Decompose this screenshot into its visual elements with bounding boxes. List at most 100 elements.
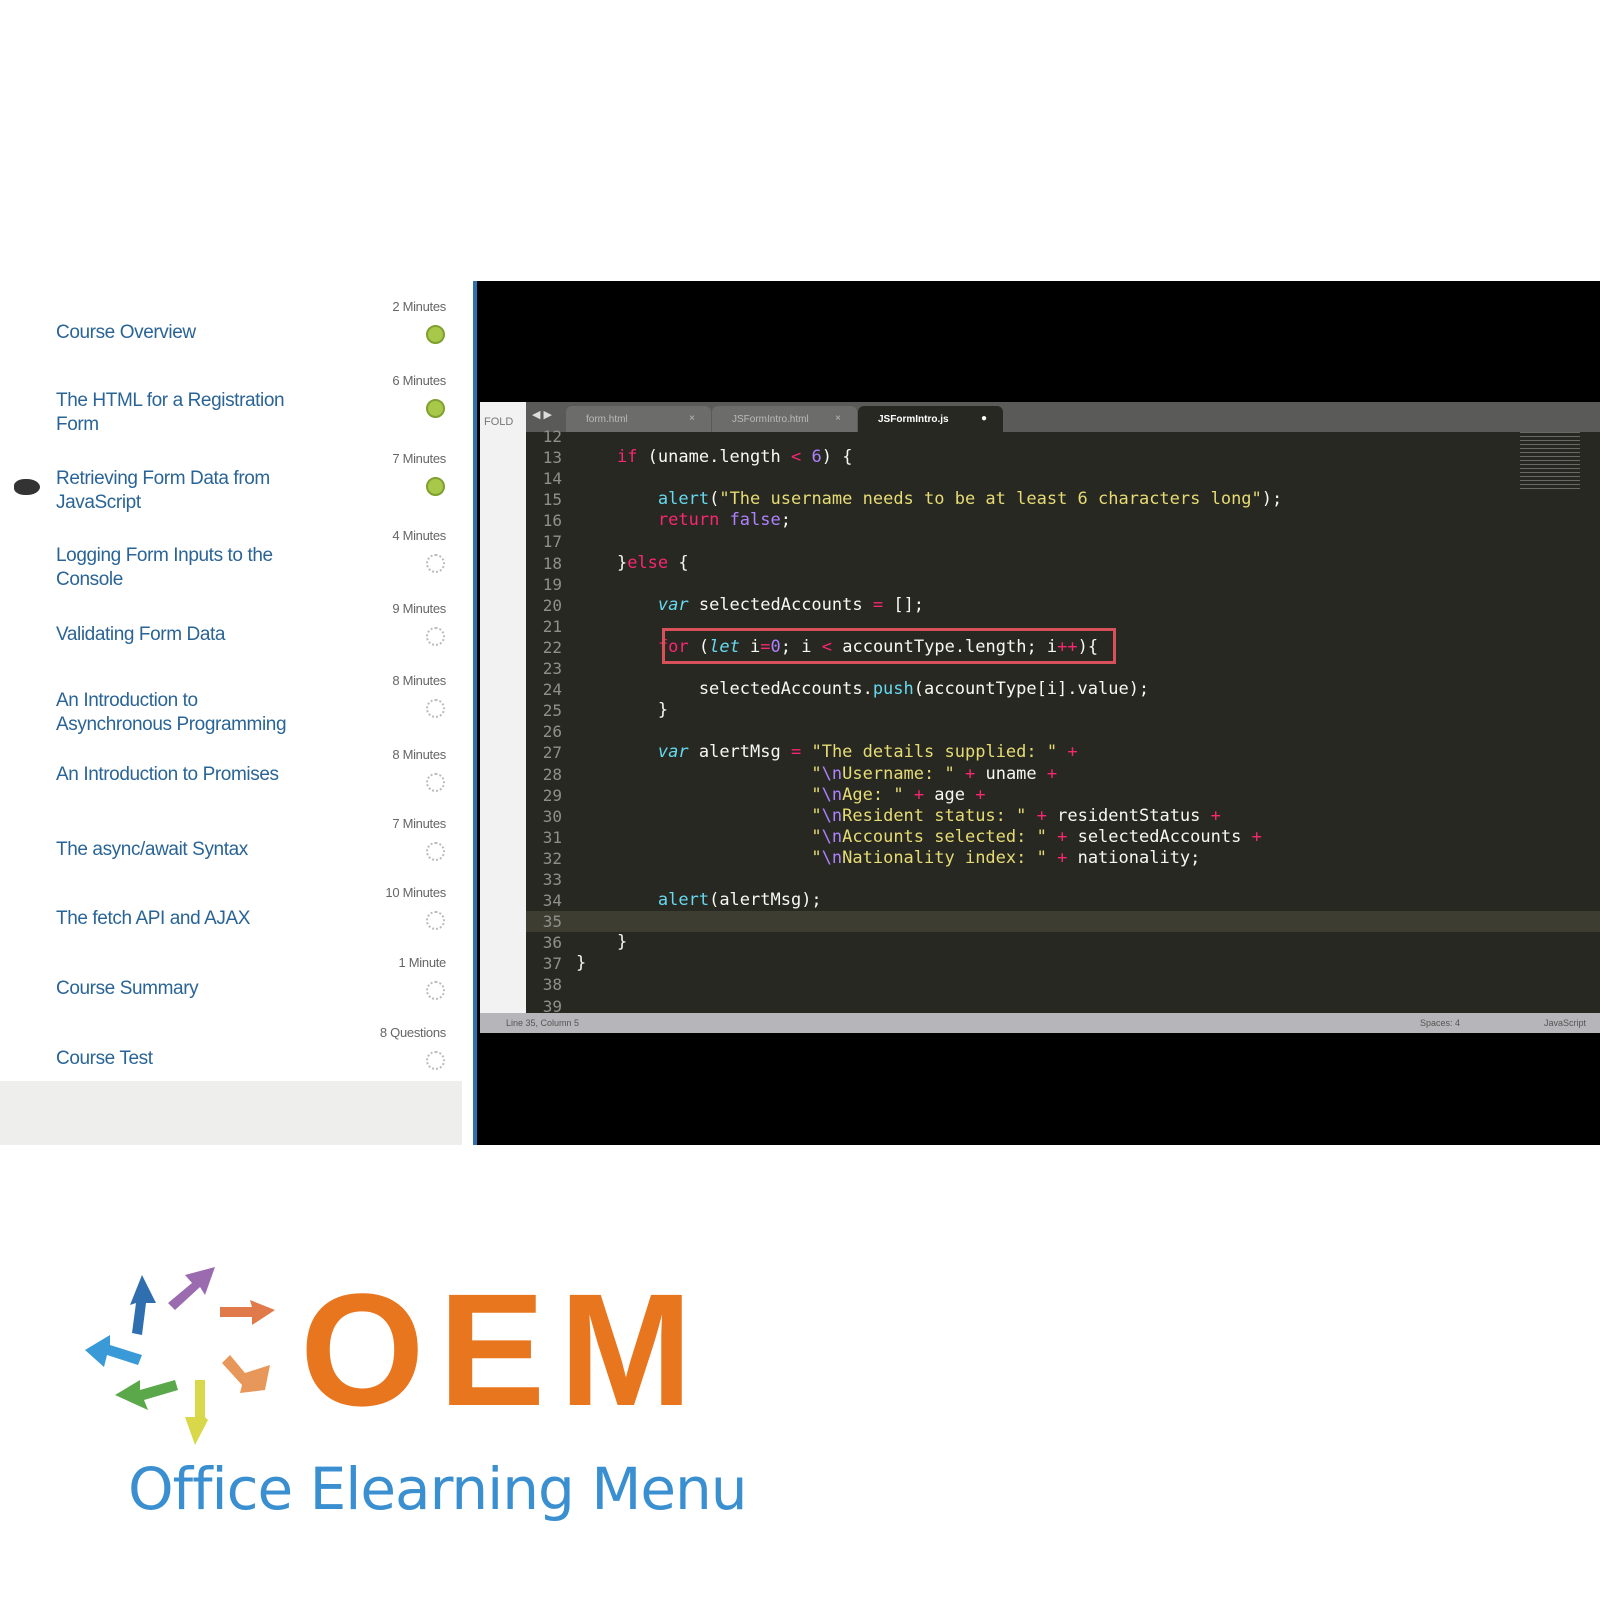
code-token: + <box>1057 847 1068 868</box>
code-token: residentStatus <box>1046 805 1211 826</box>
course-item-title[interactable]: An Introduction to Promises <box>56 763 316 787</box>
code-token: Accounts selected: " <box>842 826 1047 847</box>
code-token: " <box>811 763 822 784</box>
incomplete-circle-icon <box>426 981 445 1000</box>
code-text: } <box>576 953 586 974</box>
tab-close-icon: ● <box>980 413 987 424</box>
code-text: } <box>576 932 627 953</box>
code-text: "\nResident status: " + residentStatus + <box>576 805 1220 827</box>
folders-pane: FOLD <box>480 402 526 1013</box>
completed-circle-icon <box>426 399 445 418</box>
code-line: 19 <box>526 574 1600 595</box>
code-token: alertMsg <box>688 742 791 763</box>
code-line: 30 "\nResident status: " + residentStatu… <box>526 806 1600 827</box>
code-text: "\nAccounts selected: " + selectedAccoun… <box>576 826 1262 848</box>
line-number: 13 <box>542 448 562 468</box>
code-text: alert("The username needs to be at least… <box>576 489 1282 510</box>
code-token: if <box>616 447 638 468</box>
code-token: selectedAccounts. <box>576 679 873 700</box>
tab-close-icon: × <box>835 413 841 424</box>
course-item-title[interactable]: Course Summary <box>56 977 316 1001</box>
line-number: 33 <box>542 869 562 889</box>
code-token: Age: " <box>842 784 904 805</box>
course-item-title[interactable]: Course Overview <box>56 321 316 345</box>
line-number: 24 <box>542 680 562 700</box>
code-token: nationality; <box>1067 847 1201 868</box>
tab-close-icon: × <box>689 413 695 424</box>
code-token: " <box>811 847 822 868</box>
line-number: 21 <box>542 616 562 636</box>
code-token: ( <box>709 489 720 510</box>
course-item[interactable]: The fetch API and AJAX 10 Minutes <box>0 885 462 971</box>
code-token: Resident status: " <box>842 805 1027 826</box>
code-token: alert <box>657 890 710 911</box>
line-number: 34 <box>542 891 562 911</box>
code-editor-screenshot: ◀ ▶ form.html × JSFormIntro.html × JSFormInt… <box>480 402 1600 1033</box>
line-number: 36 <box>542 933 562 953</box>
code-text: var alertMsg = "The details supplied: " … <box>576 742 1078 763</box>
tab-label: JSFormIntro.js <box>878 414 949 425</box>
line-number: 26 <box>542 722 562 742</box>
incomplete-circle-icon <box>426 773 445 792</box>
code-text: } <box>576 700 668 721</box>
course-item[interactable]: Course Test 8 Questions <box>0 1025 462 1111</box>
line-number: 31 <box>542 827 562 847</box>
course-item-duration: 6 Minutes <box>392 373 446 388</box>
code-line: 37} <box>526 953 1600 974</box>
code-token: " <box>811 805 822 826</box>
code-line: 34 alert(alertMsg); <box>526 890 1600 911</box>
course-item-title[interactable]: Retrieving Form Data from JavaScript <box>56 467 316 515</box>
line-number: 35 <box>542 912 562 932</box>
folders-label: FOLD <box>484 416 514 428</box>
code-line: 14 <box>526 468 1600 489</box>
course-item-title[interactable]: The fetch API and AJAX <box>56 907 316 931</box>
code-token: + <box>1046 763 1058 784</box>
course-item-title[interactable]: An Introduction to Asynchronous Programm… <box>56 689 316 737</box>
line-number: 20 <box>542 595 562 615</box>
code-token: false <box>729 510 781 531</box>
course-item-duration: 7 Minutes <box>392 451 446 466</box>
course-item-title[interactable]: The async/await Syntax <box>56 838 316 862</box>
code-line: 29 "\nAge: " + age + <box>526 785 1600 806</box>
course-item-title[interactable]: Validating Form Data <box>56 623 316 647</box>
code-token: } <box>576 700 669 721</box>
course-item-duration: 10 Minutes <box>385 885 446 900</box>
course-item[interactable]: Retrieving Form Data from JavaScript 7 M… <box>0 451 462 537</box>
code-token: 6 <box>811 447 822 468</box>
code-token: \n <box>821 826 843 847</box>
code-token: var <box>657 742 689 763</box>
code-text: "\nNationality index: " + nationality; <box>576 848 1200 869</box>
code-token: Nationality index: " <box>842 847 1047 868</box>
code-token: " <box>811 784 822 805</box>
code-token: Username: " <box>842 763 955 784</box>
course-item-duration: 4 Minutes <box>392 528 446 543</box>
course-item-title[interactable]: Logging Form Inputs to the Console <box>56 544 316 592</box>
code-token: { <box>668 552 689 573</box>
code-line: 15 alert("The username needs to be at le… <box>526 489 1600 510</box>
course-item-duration: 8 Questions <box>379 1025 446 1040</box>
course-item-title[interactable]: The HTML for a Registration Form <box>56 389 316 437</box>
code-token: + <box>913 784 925 805</box>
video-player[interactable]: ◀ ▶ form.html × JSFormIntro.html × JSFormInt… <box>477 281 1600 1145</box>
course-item[interactable]: The HTML for a Registration Form 6 Minut… <box>0 373 462 459</box>
code-token: + <box>1057 826 1068 847</box>
code-token: push <box>872 679 914 700</box>
code-line: 18 }else { <box>526 553 1600 574</box>
line-number: 28 <box>542 764 562 784</box>
course-item-duration: 8 Minutes <box>392 747 446 762</box>
line-number: 16 <box>542 511 562 531</box>
code-line: 32 "\nNationality index: " + nationality… <box>526 848 1600 869</box>
code-token: + <box>964 763 976 784</box>
code-token: + <box>1251 826 1262 847</box>
code-line: 25 } <box>526 700 1600 721</box>
course-item-title[interactable]: Course Test <box>56 1047 316 1071</box>
code-line: 20 var selectedAccounts = []; <box>526 595 1600 616</box>
code-line: 28 "\nUsername: " + uname + <box>526 764 1600 785</box>
